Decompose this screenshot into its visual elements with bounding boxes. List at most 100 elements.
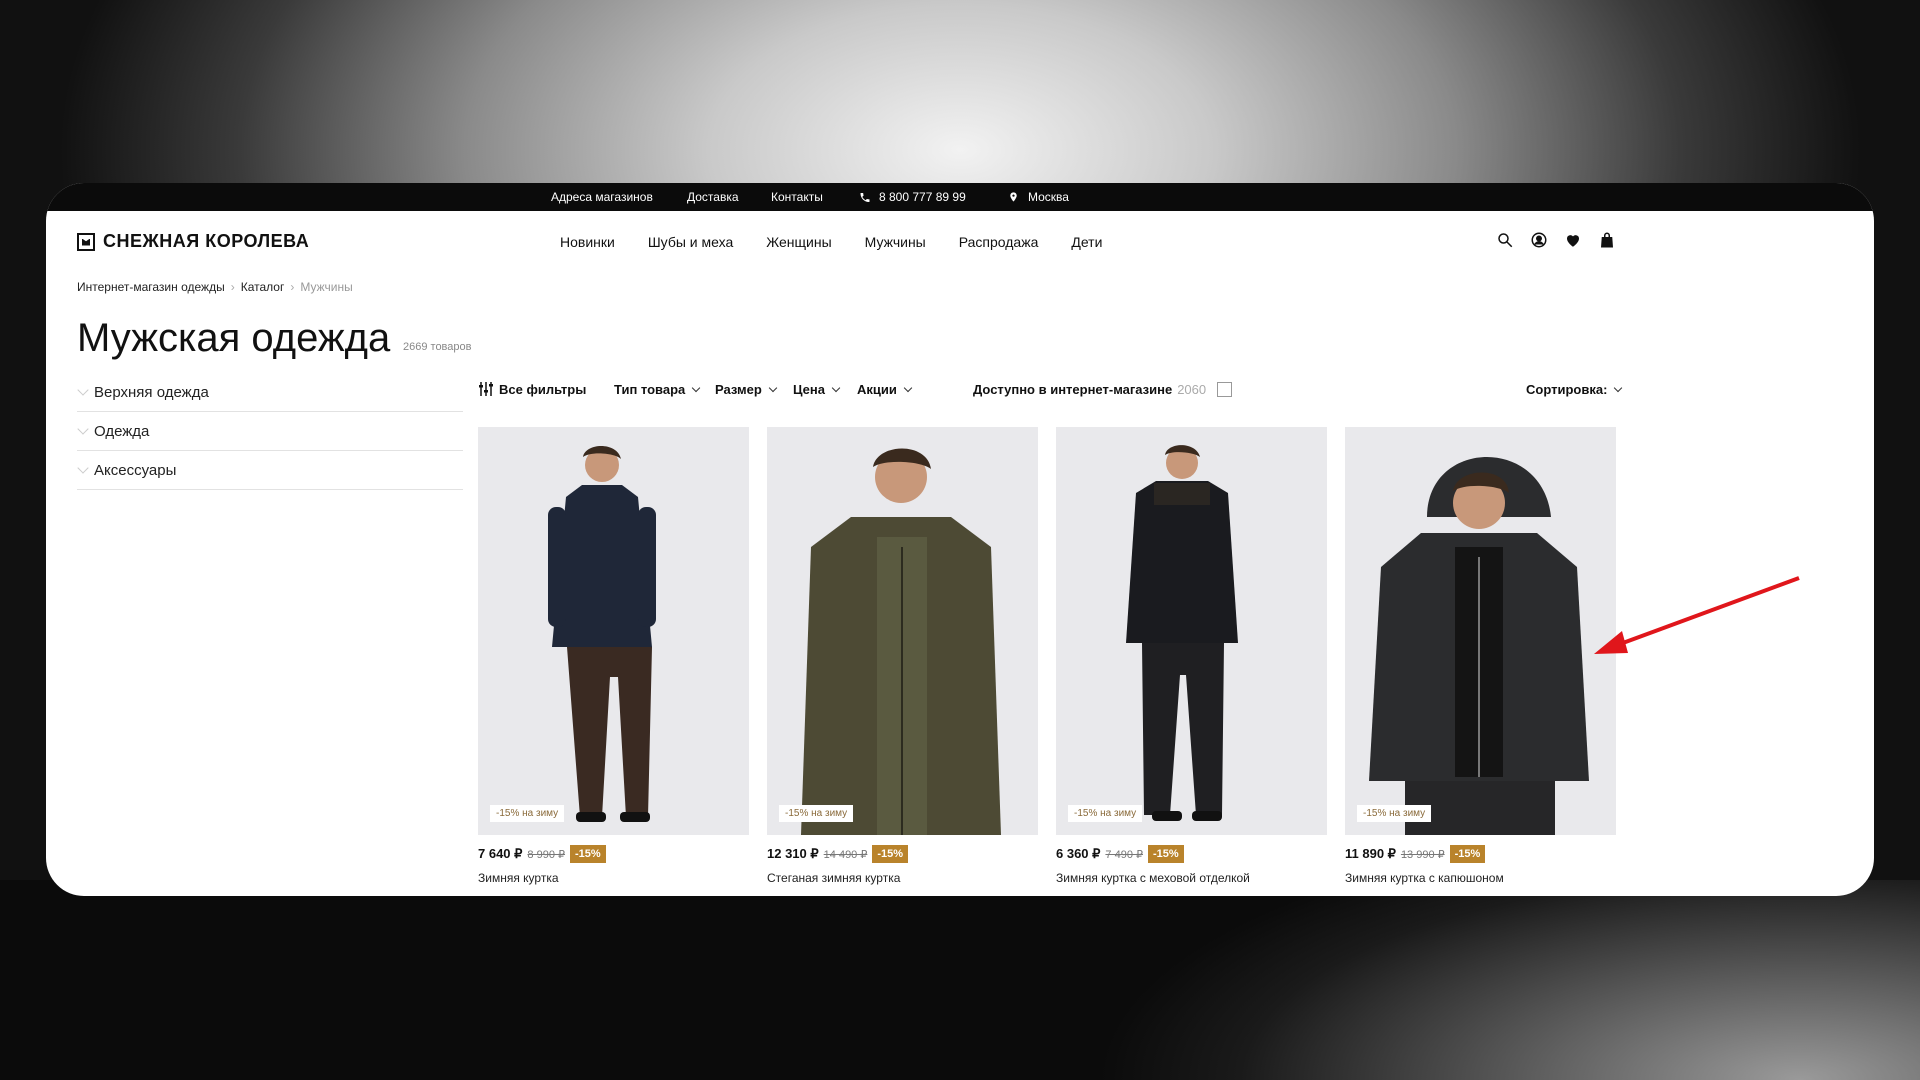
chevron-down-icon (77, 462, 89, 474)
discount-badge: -15% (872, 845, 909, 863)
header-icons (1496, 231, 1616, 254)
page-title: Мужская одежда (77, 316, 391, 360)
sidebar-item-accessories[interactable]: Аксессуары (77, 451, 463, 490)
old-price: 7 490 ₽ (1105, 848, 1144, 861)
filter-sliders-icon (479, 382, 493, 396)
chevron-down-icon (77, 384, 89, 396)
contacts-link[interactable]: Контакты (771, 183, 823, 211)
filter-type-dropdown[interactable]: Тип товара (614, 377, 701, 401)
sort-label: Сортировка: (1526, 381, 1608, 397)
current-price: 7 640 ₽ (478, 846, 523, 861)
breadcrumb-home[interactable]: Интернет-магазин одежды (77, 280, 225, 294)
current-price: 12 310 ₽ (767, 846, 819, 861)
stores-link[interactable]: Адреса магазинов (551, 183, 653, 211)
old-price: 8 990 ₽ (527, 848, 566, 861)
product-photo-model (1369, 457, 1589, 835)
filter-available-count: 2060 (1177, 381, 1207, 397)
discount-badge: -15% (570, 845, 606, 863)
filter-size-dropdown[interactable]: Размер (715, 377, 778, 401)
browser-window: Адреса магазинов Доставка Контакты 8 800… (46, 183, 1874, 896)
phone-link[interactable]: 8 800 777 89 99 (879, 183, 966, 211)
sidebar-item-label: Верхняя одежда (94, 383, 209, 401)
product-photo-model (548, 446, 656, 822)
product-image[interactable]: -15% на зиму (1056, 427, 1327, 835)
breadcrumb-catalog[interactable]: Каталог (241, 280, 285, 294)
product-card[interactable]: -15% на зиму 7 640 ₽ 8 990 ₽ -15% Зимняя… (478, 427, 749, 885)
filter-available-label: Доступно в интернет-магазине (973, 381, 1173, 397)
product-photo-model (801, 448, 1001, 835)
filter-size-label: Размер (715, 381, 762, 397)
annotation-arrow-icon (1594, 576, 1800, 654)
old-price: 13 990 ₽ (1400, 848, 1445, 861)
main-nav: Новинки Шубы и меха Женщины Мужчины Расп… (560, 234, 1102, 250)
site-header: СНЕЖНАЯ КОРОЛЕВА Новинки Шубы и меха Жен… (46, 211, 1874, 275)
product-count: 2669 товаров (403, 341, 472, 353)
old-price: 14 490 ₽ (823, 848, 868, 861)
sidebar-item-outerwear[interactable]: Верхняя одежда (77, 373, 463, 412)
product-name[interactable]: Зимняя куртка (478, 871, 749, 885)
filter-type-label: Тип товара (614, 381, 686, 397)
logo-text: СНЕЖНАЯ КОРОЛЕВА (103, 231, 310, 251)
cart-bag-icon[interactable] (1598, 231, 1616, 254)
breadcrumb: Интернет-магазин одежды › Каталог › Мужч… (77, 280, 353, 294)
product-image[interactable]: -15% на зиму (478, 427, 749, 835)
site-logo[interactable]: СНЕЖНАЯ КОРОЛЕВА (77, 231, 309, 252)
price-row: 7 640 ₽ 8 990 ₽ -15% (478, 845, 749, 863)
price-row: 11 890 ₽ 13 990 ₽ -15% (1345, 845, 1616, 863)
product-image[interactable]: -15% на зиму (1345, 427, 1616, 835)
phone-icon (859, 183, 871, 211)
promo-badge: -15% на зиму (1068, 805, 1143, 822)
city-selector[interactable]: Москва (1028, 183, 1069, 211)
current-price: 11 890 ₽ (1345, 846, 1396, 861)
product-name[interactable]: Стеганая зимняя куртка (767, 871, 1038, 885)
available-online-checkbox[interactable] (1217, 381, 1233, 397)
sidebar-item-clothing[interactable]: Одежда (77, 412, 463, 451)
product-card[interactable]: -15% на зиму 11 890 ₽ 13 990 ₽ -15% Зимн… (1345, 427, 1616, 885)
sort-dropdown[interactable]: Сортировка: (1526, 377, 1623, 401)
delivery-link[interactable]: Доставка (687, 183, 739, 211)
nav-item-sale[interactable]: Распродажа (959, 234, 1039, 250)
nav-item-women[interactable]: Женщины (766, 234, 831, 250)
nav-item-furs[interactable]: Шубы и меха (648, 234, 733, 250)
product-card[interactable]: -15% на зиму 12 310 ₽ 14 490 ₽ -15% Стег… (767, 427, 1038, 885)
search-icon[interactable] (1496, 231, 1514, 254)
discount-badge: -15% (1148, 845, 1184, 863)
all-filters-button[interactable]: Все фильтры (478, 377, 586, 401)
chevron-down-icon (77, 423, 89, 435)
filter-available-online[interactable]: Доступно в интернет-магазине 2060 (973, 377, 1233, 401)
filter-price-dropdown[interactable]: Цена (793, 377, 841, 401)
sidebar-item-label: Одежда (94, 422, 150, 440)
discount-badge: -15% (1449, 845, 1486, 863)
product-name[interactable]: Зимняя куртка с меховой отделкой (1056, 871, 1327, 885)
product-photo-model (1126, 445, 1238, 821)
nav-item-new[interactable]: Новинки (560, 234, 615, 250)
nav-item-kids[interactable]: Дети (1071, 234, 1102, 250)
breadcrumb-current: Мужчины (300, 280, 353, 294)
chevron-down-icon (903, 383, 913, 392)
filter-promos-dropdown[interactable]: Акции (857, 377, 913, 401)
crown-logo-icon (77, 232, 95, 251)
background-vignette (0, 880, 1920, 1080)
top-info-bar: Адреса магазинов Доставка Контакты 8 800… (46, 183, 1874, 211)
filter-promos-label: Акции (857, 381, 897, 397)
sidebar-item-label: Аксессуары (94, 461, 177, 479)
promo-badge: -15% на зиму (1357, 805, 1432, 822)
chevron-down-icon (831, 383, 841, 392)
category-sidebar: Верхняя одежда Одежда Аксессуары (77, 373, 463, 490)
current-price: 6 360 ₽ (1056, 846, 1101, 861)
product-image[interactable]: -15% на зиму (767, 427, 1038, 835)
chevron-down-icon (1614, 383, 1623, 392)
breadcrumb-separator-icon: › (290, 280, 295, 294)
product-name[interactable]: Зимняя куртка с капюшоном (1345, 871, 1616, 885)
breadcrumb-separator-icon: › (230, 280, 235, 294)
filter-price-label: Цена (793, 381, 825, 397)
favorites-heart-icon[interactable] (1564, 231, 1582, 254)
all-filters-label: Все фильтры (499, 381, 587, 397)
nav-item-men[interactable]: Мужчины (865, 234, 926, 250)
promo-badge: -15% на зиму (779, 805, 854, 822)
price-row: 6 360 ₽ 7 490 ₽ -15% (1056, 845, 1327, 863)
account-icon[interactable] (1530, 231, 1548, 254)
location-pin-icon (1008, 183, 1019, 211)
product-card[interactable]: -15% на зиму 6 360 ₽ 7 490 ₽ -15% Зимняя… (1056, 427, 1327, 885)
chevron-down-icon (692, 383, 701, 392)
